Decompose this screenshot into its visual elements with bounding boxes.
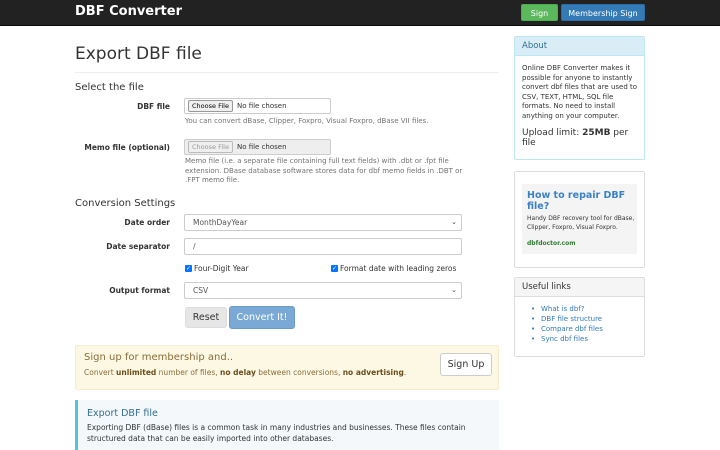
date-order-label: Date order bbox=[124, 218, 170, 227]
chevron-down-icon: ⌄ bbox=[451, 218, 457, 226]
membership-signup-button[interactable]: Membership Sign up bbox=[561, 4, 645, 35]
export-info-box: Export DBF file Exporting DBF (dBase) fi… bbox=[75, 400, 499, 450]
about-text: Online DBF Converter makes it possible f… bbox=[522, 64, 638, 120]
signin-button[interactable]: Sign in bbox=[521, 4, 558, 35]
brand-logo[interactable]: DBF Converter bbox=[75, 4, 182, 19]
output-format-label: Output format bbox=[109, 286, 170, 295]
select-file-heading: Select the file bbox=[75, 82, 144, 93]
ad-title[interactable]: How to repair DBF file? bbox=[527, 190, 637, 212]
promo-text-bold: no delay bbox=[220, 368, 256, 377]
four-digit-year-label: Four-Digit Year bbox=[194, 264, 249, 273]
ad-text: Handy DBF recovery tool for dBase, Clipp… bbox=[527, 215, 635, 231]
checkbox-checked-icon[interactable]: ✓ bbox=[185, 265, 192, 272]
repair-dbf-ad[interactable]: How to repair DBF file? Handy DBF recove… bbox=[522, 184, 637, 254]
navbar: DBF Converter Sign in Membership Sign up bbox=[0, 0, 720, 35]
link-compare-dbf-files[interactable]: Compare dbf files bbox=[531, 324, 603, 334]
dbf-file-input[interactable]: Choose File No file chosen bbox=[184, 98, 331, 114]
dbf-file-label: DBF file bbox=[137, 102, 170, 111]
dbf-file-status: No file chosen bbox=[236, 102, 287, 110]
upload-limit-value: 25MB bbox=[582, 128, 611, 138]
chevron-down-icon: ⌄ bbox=[451, 286, 457, 294]
promo-text-bold: no advertising bbox=[342, 368, 404, 377]
promo-text-part: number of files, bbox=[156, 368, 221, 377]
promo-text-part: . bbox=[403, 368, 407, 377]
date-separator-label: Date separator bbox=[106, 242, 170, 251]
convert-button[interactable]: Convert It! bbox=[229, 306, 295, 329]
promo-title: Sign up for membership and.. bbox=[84, 352, 234, 363]
link-sync-dbf-files[interactable]: Sync dbf files bbox=[531, 334, 603, 344]
useful-links-panel: Useful links What is dbf? DBF file struc… bbox=[514, 277, 645, 357]
memo-file-label: Memo file (optional) bbox=[84, 143, 170, 152]
upload-limit-prefix: Upload limit: bbox=[522, 128, 583, 138]
output-format-value: CSV bbox=[193, 286, 209, 295]
memo-help-line: .FPT memo file. bbox=[185, 176, 240, 184]
date-order-select[interactable]: MonthDayYear ⌄ bbox=[184, 214, 462, 231]
dbf-choose-file-button[interactable]: Choose File bbox=[188, 100, 233, 112]
promo-text: Convert unlimited number of files, no de… bbox=[84, 368, 406, 377]
memo-help-line: Memo file (i.e. a separate file containi… bbox=[185, 157, 449, 165]
about-panel: About Online DBF Converter makes it poss… bbox=[514, 36, 645, 160]
dbf-file-help: You can convert dBase, Clipper, Foxpro, … bbox=[185, 117, 429, 125]
about-heading: About bbox=[515, 37, 644, 56]
memo-help-line: extension. DBase database software store… bbox=[185, 166, 463, 175]
useful-links-list: What is dbf? DBF file structure Compare … bbox=[531, 304, 603, 344]
link-what-is-dbf[interactable]: What is dbf? bbox=[531, 304, 603, 314]
output-format-select[interactable]: CSV ⌄ bbox=[184, 282, 462, 299]
date-separator-input[interactable]: / bbox=[184, 238, 462, 255]
info-title: Export DBF file bbox=[87, 408, 158, 419]
leading-zeros-checkbox[interactable]: ✓ Format date with leading zeros bbox=[331, 264, 456, 273]
info-text: Exporting DBF (dBase) files is a common … bbox=[87, 423, 466, 443]
memo-file-status: No file chosen bbox=[236, 143, 287, 151]
signup-button[interactable]: Sign Up bbox=[440, 353, 492, 376]
date-order-value: MonthDayYear bbox=[193, 218, 248, 227]
promo-text-part: Convert bbox=[84, 368, 117, 377]
upload-limit: Upload limit: 25MB per file bbox=[522, 128, 642, 148]
four-digit-year-checkbox[interactable]: ✓ Four-Digit Year bbox=[185, 264, 249, 273]
checkbox-checked-icon[interactable]: ✓ bbox=[331, 265, 338, 272]
useful-links-heading: Useful links bbox=[515, 278, 644, 297]
promo-text-bold: unlimited bbox=[116, 368, 157, 377]
ad-panel: How to repair DBF file? Handy DBF recove… bbox=[514, 171, 645, 268]
membership-promo: Sign up for membership and.. Convert unl… bbox=[75, 345, 499, 390]
promo-text-part: between conversions, bbox=[255, 368, 343, 377]
memo-choose-file-button[interactable]: Choose File bbox=[188, 141, 233, 153]
page-title: Export DBF file bbox=[75, 44, 202, 64]
link-dbf-file-structure[interactable]: DBF file structure bbox=[531, 314, 603, 324]
conversion-settings-heading: Conversion Settings bbox=[75, 198, 176, 209]
reset-button[interactable]: Reset bbox=[185, 307, 227, 328]
title-divider bbox=[75, 72, 499, 73]
memo-file-help: Memo file (i.e. a separate file containi… bbox=[185, 157, 462, 186]
ad-link[interactable]: dbfdoctor.com bbox=[527, 240, 575, 247]
memo-file-input[interactable]: Choose File No file chosen bbox=[184, 139, 331, 155]
leading-zeros-label: Format date with leading zeros bbox=[340, 264, 457, 273]
